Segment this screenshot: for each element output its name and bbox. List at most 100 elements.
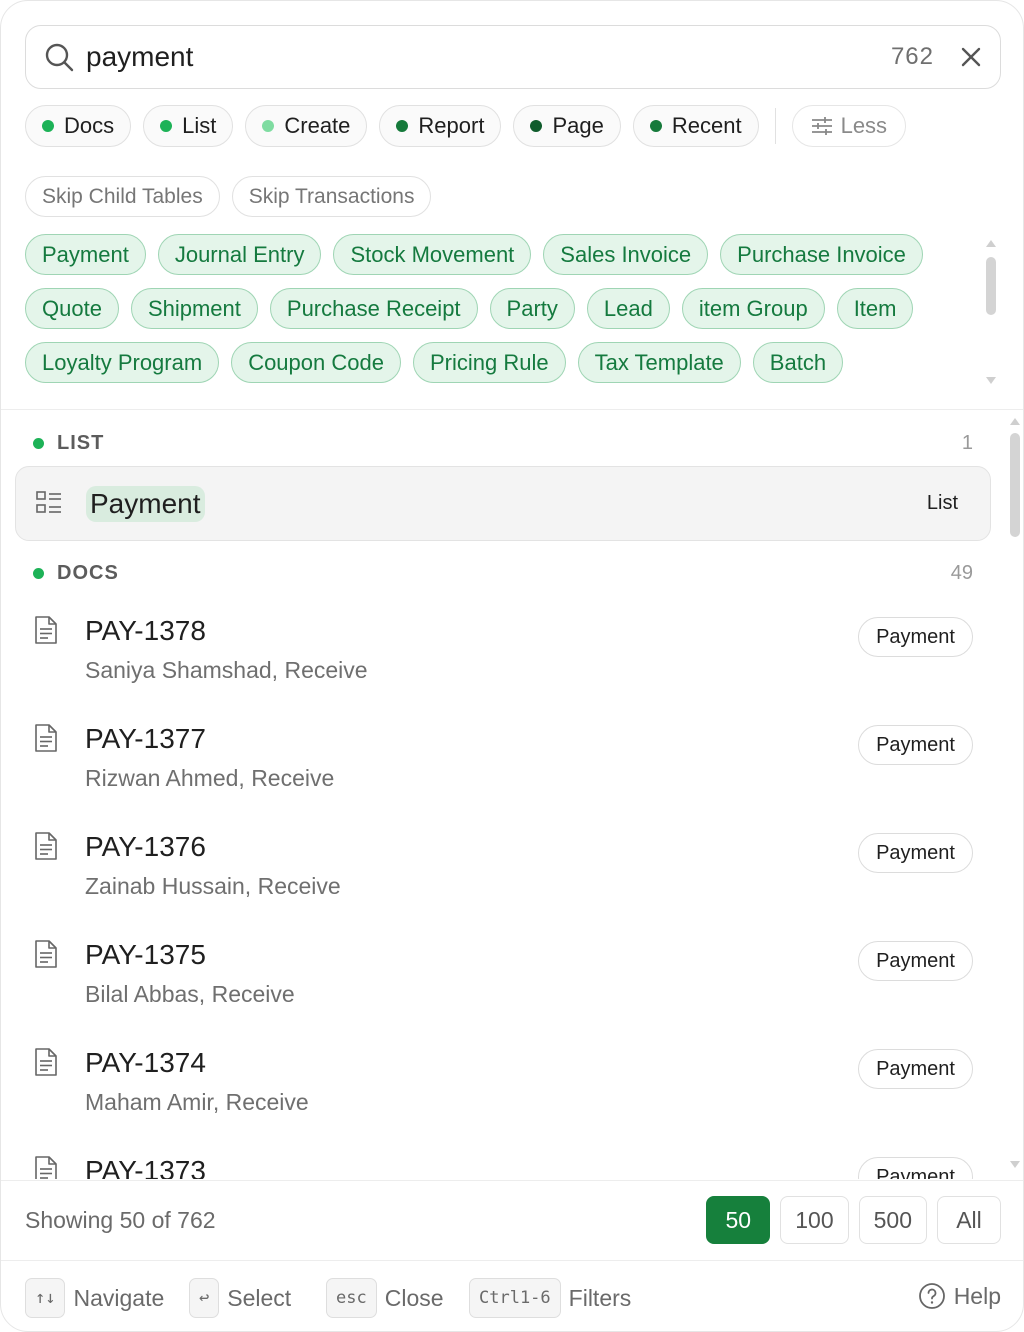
- doctype-chip[interactable]: item Group: [681, 288, 825, 329]
- search-palette: 762 Docs List Create Report Page Recent …: [0, 0, 1024, 1332]
- document-icon: [33, 1047, 59, 1077]
- filter-page[interactable]: Page: [513, 105, 621, 147]
- doctype-chips: Payment Journal Entry Stock Movement Sales …: [25, 234, 975, 383]
- doc-result-item[interactable]: PAY-1378 Saniya Shamshad, Receive Payment: [33, 615, 973, 715]
- doc-subtitle: Saniya Shamshad, Receive: [85, 657, 368, 683]
- kbd-key: ↑↓: [25, 1278, 66, 1318]
- status-dot: [396, 120, 409, 132]
- status-dot: [160, 120, 173, 132]
- filter-report[interactable]: Report: [379, 105, 502, 147]
- doc-subtitle: Rizwan Ahmed, Receive: [85, 765, 335, 791]
- doc-name: PAY-1373: [85, 1155, 206, 1179]
- doc-result-item[interactable]: PAY-1377 Rizwan Ahmed, Receive Payment: [33, 723, 973, 823]
- doctype-chip[interactable]: Tax Template: [577, 342, 741, 383]
- skip-transactions-toggle[interactable]: Skip Transactions: [231, 176, 432, 217]
- skip-child-tables-toggle[interactable]: Skip Child Tables: [25, 176, 220, 217]
- document-icon: [33, 1155, 59, 1179]
- doc-subtitle: Maham Amir, Receive: [85, 1089, 309, 1115]
- doctype-chip[interactable]: Purchase Receipt: [269, 288, 478, 329]
- doc-name: PAY-1376: [85, 831, 206, 862]
- hint-label: Filters: [568, 1284, 632, 1311]
- filter-list[interactable]: List: [143, 105, 234, 147]
- keyboard-hints: ↑↓ Navigate ↩ Select esc Close Ctrl1-6 F…: [1, 1260, 1023, 1331]
- hint-select: ↩ Select: [189, 1278, 291, 1318]
- doctype-chip[interactable]: Purchase Invoice: [720, 234, 923, 275]
- filter-label: Page: [552, 113, 604, 138]
- list-result-tag: List: [926, 492, 958, 514]
- doctype-tag: Payment: [858, 941, 973, 981]
- doctype-chip[interactable]: Quote: [25, 288, 119, 329]
- filter-docs[interactable]: Docs: [25, 105, 132, 147]
- status-dot: [649, 120, 662, 132]
- doctype-chip[interactable]: Sales Invoice: [543, 234, 709, 275]
- doc-result-item[interactable]: PAY-1376 Zainab Hussain, Receive Payment: [33, 831, 973, 931]
- doc-subtitle: Zainab Hussain, Receive: [85, 873, 341, 899]
- doc-subtitle: Bilal Abbas, Receive: [85, 981, 295, 1007]
- help-label: Help: [953, 1282, 1001, 1309]
- section-count: 1: [961, 432, 973, 454]
- hint-label: Select: [227, 1284, 292, 1311]
- status-dot: [42, 120, 54, 132]
- document-icon: [33, 939, 59, 969]
- document-icon: [33, 723, 59, 753]
- doc-name: PAY-1377: [85, 723, 206, 754]
- showing-count: Showing 50 of 762: [25, 1207, 216, 1233]
- doctype-chip[interactable]: Stock Movement: [333, 234, 532, 275]
- page-size-options: 50 100 500 All: [706, 1196, 1001, 1244]
- hint-label: Navigate: [73, 1284, 165, 1311]
- docs-results: PAY-1378 Saniya Shamshad, Receive Payment P…: [1, 601, 1001, 1179]
- list-result-item[interactable]: Payment List: [15, 466, 991, 541]
- kbd-key: Ctrl1-6: [469, 1278, 561, 1318]
- doctype-chip[interactable]: Payment: [25, 234, 146, 275]
- doc-name: PAY-1374: [85, 1047, 206, 1078]
- close-icon[interactable]: [958, 44, 984, 70]
- filter-label: Create: [284, 113, 351, 138]
- page-size-button[interactable]: 50: [706, 1196, 771, 1244]
- chips-scrollbar[interactable]: [985, 237, 997, 387]
- filter-label: Docs: [64, 113, 115, 138]
- filter-create[interactable]: Create: [245, 105, 368, 147]
- kbd-key: esc: [326, 1278, 377, 1318]
- doctype-chip[interactable]: Loyalty Program: [25, 342, 220, 383]
- less-button[interactable]: Less: [791, 105, 907, 147]
- doc-result-item[interactable]: PAY-1375 Bilal Abbas, Receive Payment: [33, 939, 973, 1039]
- document-icon: [33, 831, 59, 861]
- page-size-button[interactable]: 500: [858, 1196, 927, 1244]
- status-dot: [262, 120, 275, 132]
- doc-name: PAY-1378: [85, 615, 206, 646]
- filter-recent[interactable]: Recent: [632, 105, 759, 147]
- hint-navigate: ↑↓ Navigate: [25, 1278, 164, 1318]
- doctype-chip[interactable]: Pricing Rule: [412, 342, 566, 383]
- filter-label: List: [182, 113, 217, 138]
- list-icon: [36, 490, 61, 513]
- sliders-icon: [811, 117, 832, 135]
- doc-result-item[interactable]: PAY-1374 Maham Amir, Receive Payment: [33, 1047, 973, 1147]
- doctype-chip[interactable]: Batch: [752, 342, 844, 383]
- page-size-button[interactable]: All: [937, 1196, 1001, 1244]
- filter-label: Recent: [671, 113, 742, 138]
- section-header-list: LIST 1: [33, 432, 973, 455]
- doctype-chip[interactable]: Shipment: [130, 288, 258, 329]
- result-count: 762: [890, 43, 934, 70]
- status-dot: [33, 568, 44, 579]
- doctype-chip[interactable]: Item: [836, 288, 914, 329]
- doc-name: PAY-1375: [85, 939, 206, 970]
- doctype-tag: Payment: [858, 833, 973, 873]
- section-title: LIST: [57, 432, 105, 454]
- section-header-docs: DOCS 49: [33, 562, 973, 585]
- hint-filters: Ctrl1-6 Filters: [469, 1278, 631, 1318]
- search-bar: 762: [25, 25, 1001, 89]
- doctype-chip[interactable]: Journal Entry: [157, 234, 322, 275]
- help-button[interactable]: Help: [918, 1282, 1001, 1310]
- doctype-chip[interactable]: Lead: [586, 288, 670, 329]
- doctype-chip[interactable]: Coupon Code: [231, 342, 401, 383]
- section-count: 49: [950, 562, 973, 584]
- doctype-chip[interactable]: Party: [489, 288, 575, 329]
- search-input[interactable]: [86, 41, 891, 73]
- page-size-button[interactable]: 100: [780, 1196, 849, 1244]
- divider: [774, 108, 776, 144]
- status-dot: [530, 120, 543, 132]
- doc-result-item[interactable]: PAY-1373 Payment: [33, 1155, 973, 1179]
- hint-close: esc Close: [326, 1278, 444, 1318]
- results-scrollbar[interactable]: [1007, 415, 1023, 1175]
